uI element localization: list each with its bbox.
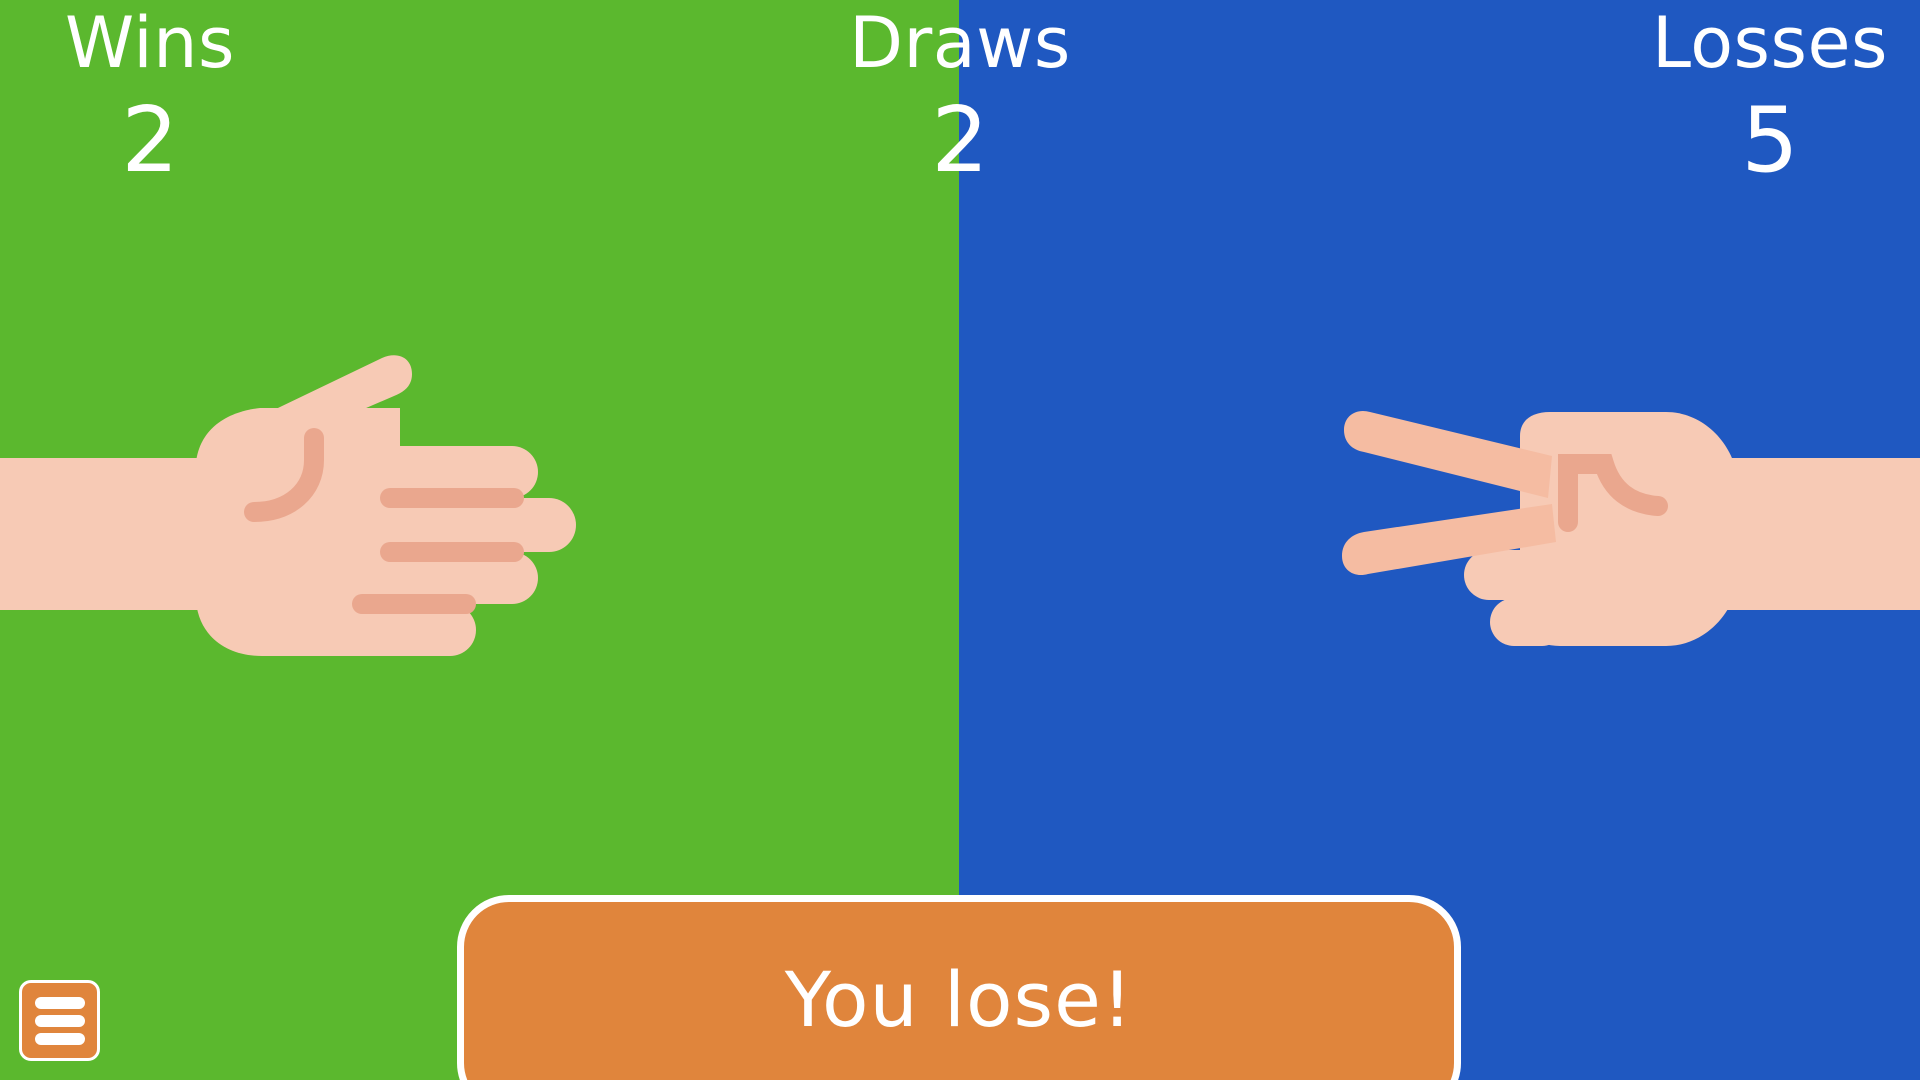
scissors-hand-icon (1342, 410, 1920, 646)
result-text: You lose! (784, 955, 1134, 1044)
losses-value: 5 (1741, 88, 1799, 193)
game-screen: Wins 2 Draws 2 Losses 5 You lose! (0, 0, 1920, 1080)
result-banner: You lose! (457, 895, 1461, 1080)
draws-score: Draws 2 (790, 8, 1130, 186)
draws-value: 2 (931, 88, 989, 193)
wins-value: 2 (121, 88, 179, 193)
hamburger-menu-icon (34, 996, 85, 1009)
paper-hand-icon (0, 355, 576, 656)
losses-label: Losses (1651, 2, 1889, 84)
draws-label: Draws (849, 2, 1071, 84)
wins-label: Wins (65, 2, 235, 84)
wins-score: Wins 2 (0, 8, 320, 186)
menu-button[interactable] (19, 980, 100, 1061)
losses-score: Losses 5 (1600, 8, 1920, 186)
